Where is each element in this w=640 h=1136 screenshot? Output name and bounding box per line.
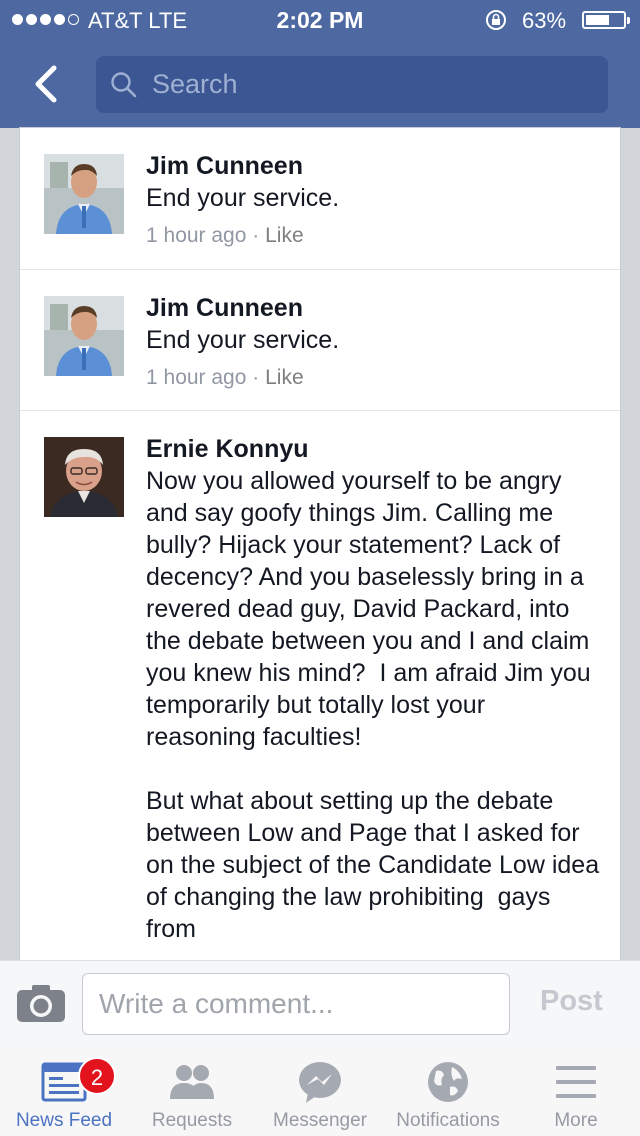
search-bar[interactable]: Search bbox=[96, 56, 608, 113]
comment-meta: 1 hour ago · Like bbox=[146, 222, 600, 250]
like-link[interactable]: Like bbox=[265, 366, 304, 389]
battery-percent: 63% bbox=[522, 8, 567, 33]
comment-item: Jim Cunneen End your service. 1 hour ago… bbox=[20, 270, 620, 411]
tab-news-feed[interactable]: 2 News Feed bbox=[0, 1049, 128, 1136]
battery-level-fill bbox=[586, 15, 609, 25]
meta-separator: · bbox=[246, 366, 266, 389]
tab-more[interactable]: More bbox=[512, 1049, 640, 1136]
comment-text: Now you allowed yourself to be angry and… bbox=[146, 467, 600, 943]
comment-text: End your service. bbox=[146, 184, 340, 212]
tab-bar: 2 News Feed Requests Messenger Notificat… bbox=[0, 1049, 640, 1136]
avatar[interactable] bbox=[44, 437, 124, 517]
comment-author[interactable]: Jim Cunneen bbox=[146, 150, 600, 182]
messenger-icon bbox=[299, 1062, 341, 1103]
tab-notifications[interactable]: Notifications bbox=[384, 1049, 512, 1136]
meta-separator: · bbox=[246, 224, 266, 247]
tab-label: Messenger bbox=[273, 1110, 367, 1131]
tab-messenger[interactable]: Messenger bbox=[256, 1049, 384, 1136]
comment-item: Jim Cunneen End your service. 1 hour ago… bbox=[20, 128, 620, 270]
globe-icon bbox=[428, 1062, 468, 1102]
post-button[interactable]: Post bbox=[540, 985, 603, 1018]
notification-badge: 2 bbox=[78, 1057, 116, 1095]
avatar[interactable] bbox=[44, 296, 124, 376]
comment-time: 1 hour ago bbox=[146, 366, 247, 389]
comment-time: 1 hour ago bbox=[146, 224, 247, 247]
status-bar: AT&T LTE 2:02 PM 63% bbox=[0, 0, 640, 40]
tab-label: More bbox=[554, 1110, 598, 1131]
comment-input[interactable]: Write a comment... bbox=[82, 973, 510, 1035]
top-bar: AT&T LTE 2:02 PM 63% Search bbox=[0, 0, 640, 128]
menu-icon bbox=[556, 1066, 596, 1098]
tab-label: Requests bbox=[151, 1110, 233, 1131]
rotation-lock-icon bbox=[486, 10, 506, 30]
comments-list: Jim Cunneen End your service. 1 hour ago… bbox=[20, 128, 620, 960]
avatar[interactable] bbox=[44, 154, 124, 234]
back-chevron-icon[interactable] bbox=[28, 64, 68, 104]
comment-item: Ernie Konnyu Now you allowed yourself to… bbox=[20, 411, 620, 945]
comment-author[interactable]: Jim Cunneen bbox=[146, 292, 600, 324]
search-input[interactable]: Search bbox=[152, 56, 238, 113]
battery-icon bbox=[582, 11, 630, 29]
camera-icon[interactable] bbox=[16, 983, 66, 1023]
friends-icon bbox=[170, 1065, 214, 1099]
comment-text: End your service. bbox=[146, 326, 340, 354]
tab-requests[interactable]: Requests bbox=[128, 1049, 256, 1136]
tab-label: Notifications bbox=[396, 1110, 500, 1131]
comment-author[interactable]: Ernie Konnyu bbox=[146, 433, 600, 465]
comment-composer: Write a comment... Post bbox=[0, 960, 640, 1050]
comment-meta: 1 hour ago · Like bbox=[146, 364, 600, 392]
like-link[interactable]: Like bbox=[265, 224, 304, 247]
search-icon bbox=[111, 72, 137, 98]
